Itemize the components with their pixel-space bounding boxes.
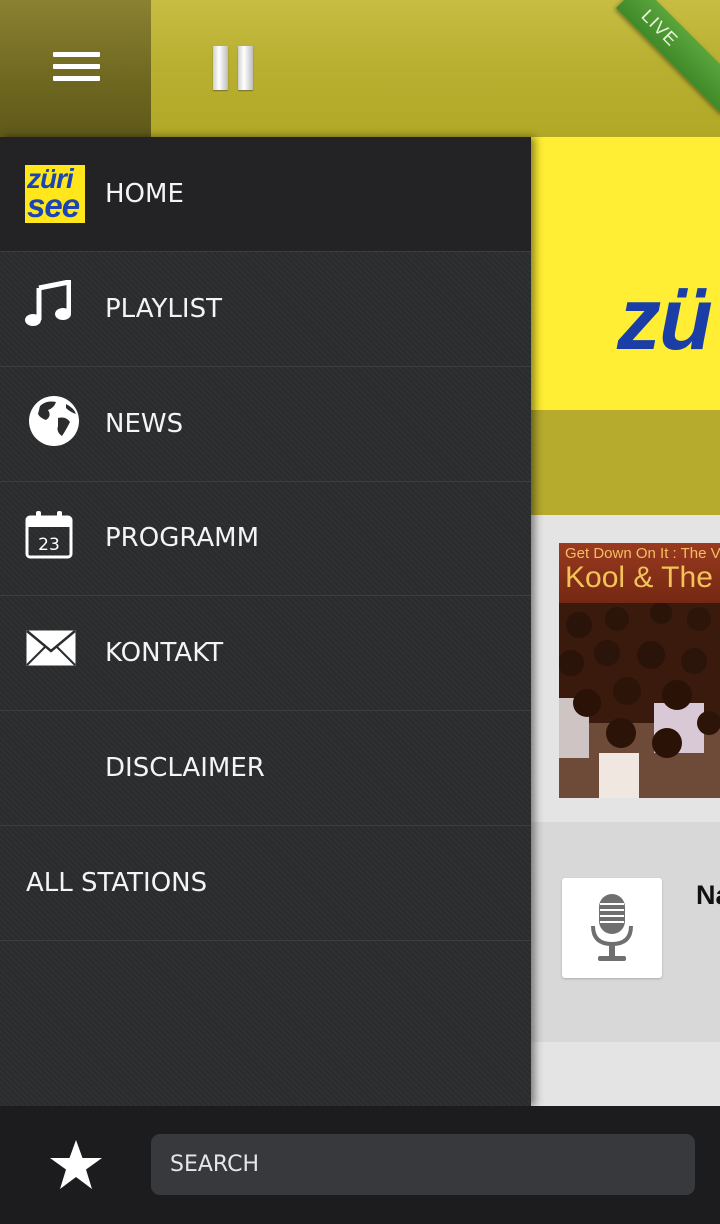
navigation-drawer: züri see HOME PLAYLIST NEWS 23 PROGRAMM …: [0, 137, 531, 1106]
banner-logo-text: zü: [617, 269, 713, 368]
bottom-bar: [0, 1106, 720, 1224]
nav-label-home: HOME: [105, 179, 184, 209]
main-content: zü Get Down On It : The V Kool & The N: [531, 137, 720, 1106]
album-photo: [559, 603, 720, 798]
album-artist: Kool & The: [565, 561, 713, 594]
nav-item-programm[interactable]: 23 PROGRAMM: [0, 481, 531, 596]
nav-item-home[interactable]: züri see HOME: [0, 137, 531, 252]
live-badge-label: LIVE: [637, 5, 683, 51]
nav-item-news[interactable]: NEWS: [0, 367, 531, 482]
nav-item-playlist[interactable]: PLAYLIST: [0, 252, 531, 367]
music-note-icon: [25, 280, 71, 326]
microphone-card[interactable]: [562, 878, 662, 978]
nav-item-all-stations[interactable]: ALL STATIONS: [0, 826, 531, 941]
album-title: Get Down On It : The V: [565, 545, 720, 562]
station-banner: zü: [531, 137, 720, 410]
nav-item-disclaimer[interactable]: DISCLAIMER: [0, 711, 531, 826]
calendar-icon: 23: [25, 511, 73, 559]
top-bar: LIVE: [0, 0, 720, 137]
nav-label-kontakt: KONTAKT: [105, 638, 224, 668]
pause-icon: [213, 46, 228, 90]
live-badge: LIVE: [615, 0, 720, 115]
nav-label-programm: PROGRAMM: [105, 523, 260, 553]
nav-item-kontakt[interactable]: KONTAKT: [0, 596, 531, 711]
microphone-icon: [591, 894, 633, 961]
nav-label-all-stations: ALL STATIONS: [26, 868, 208, 898]
search-input[interactable]: [151, 1134, 695, 1195]
hamburger-icon: [53, 52, 100, 88]
station-logo: züri see: [25, 165, 85, 223]
nav-label-playlist: PLAYLIST: [105, 294, 222, 324]
nav-label-disclaimer: DISCLAIMER: [105, 753, 265, 783]
now-playing-panel: Na: [531, 822, 720, 1042]
svg-text:23: 23: [38, 535, 60, 555]
now-playing-title: Na: [696, 880, 720, 910]
envelope-icon: [26, 630, 76, 666]
nav-label-news: NEWS: [105, 409, 184, 439]
album-cover[interactable]: Get Down On It : The V Kool & The: [559, 543, 720, 798]
globe-icon: [29, 396, 79, 446]
favorites-star-icon[interactable]: [48, 1138, 104, 1192]
menu-button[interactable]: [0, 0, 151, 137]
pause-button[interactable]: [213, 46, 255, 90]
banner-strip: [531, 410, 720, 515]
